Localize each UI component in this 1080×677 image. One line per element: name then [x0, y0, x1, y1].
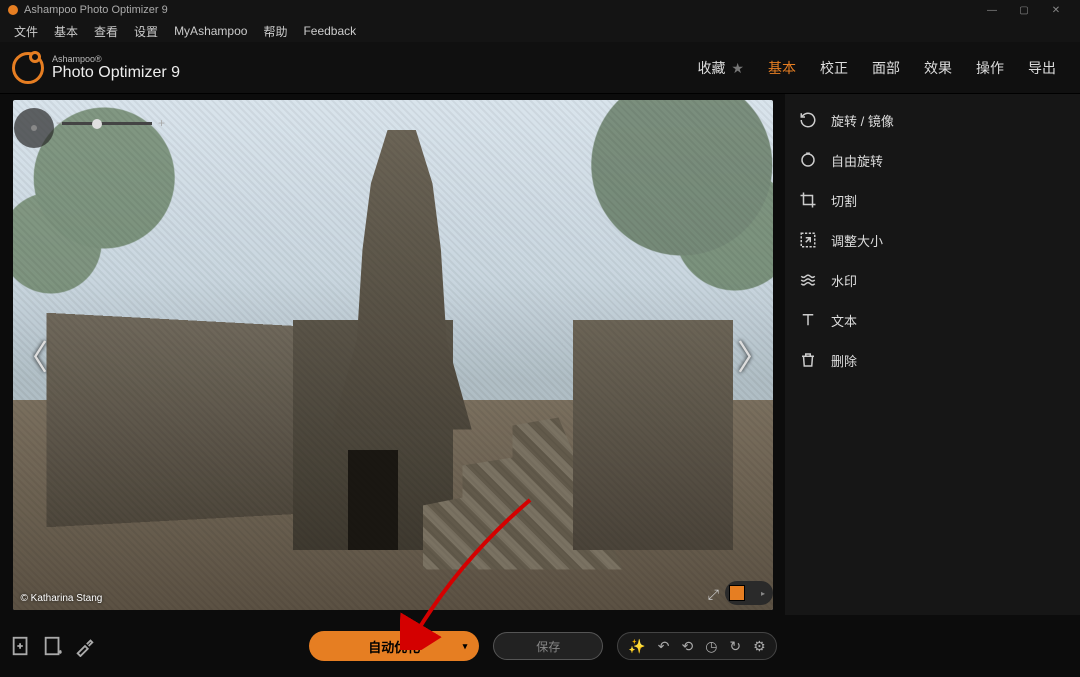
gear-icon[interactable]: ⚙ — [753, 638, 766, 655]
tool-panel: 旋转 / 镜像 自由旋转 切割 调整大小 水印 文本 删除 — [785, 94, 1080, 615]
free-rotate-icon — [799, 151, 817, 169]
next-image-button[interactable]: 〉 — [737, 330, 771, 379]
magic-wand-icon[interactable]: ✨ — [628, 638, 645, 655]
tool-label: 调整大小 — [831, 231, 883, 250]
tab-face[interactable]: 面部 — [860, 58, 912, 78]
resize-icon — [799, 231, 817, 249]
brand-text: Ashampoo® Photo Optimizer 9 — [52, 54, 180, 82]
menu-myashampoo[interactable]: MyAshampoo — [166, 24, 255, 38]
app-icon — [8, 5, 18, 15]
bottom-bar: 自动优化 ▾ 保存 ✨ ↶ ⟲ ◷ ↻ ⚙ — [0, 615, 1080, 677]
brand-logo-icon — [12, 52, 44, 84]
brand-big: Photo Optimizer 9 — [52, 64, 180, 82]
tab-export[interactable]: 导出 — [1016, 58, 1068, 78]
auto-optimize-button[interactable]: 自动优化 ▾ — [309, 631, 479, 661]
tool-delete[interactable]: 删除 — [785, 340, 1080, 380]
save-button[interactable]: 保存 — [493, 632, 603, 660]
star-icon: ★ — [728, 60, 744, 76]
close-button[interactable]: ✕ — [1040, 5, 1072, 16]
watermark-icon — [799, 271, 817, 289]
trash-icon — [799, 351, 817, 369]
menu-basic[interactable]: 基本 — [46, 23, 86, 40]
minimize-button[interactable]: — — [976, 5, 1008, 16]
menu-help[interactable]: 帮助 — [255, 23, 295, 40]
tool-text[interactable]: 文本 — [785, 300, 1080, 340]
tool-label: 切割 — [831, 191, 857, 210]
tab-operate[interactable]: 操作 — [964, 58, 1016, 78]
zoom-handle[interactable] — [92, 119, 102, 129]
tool-label: 旋转 / 镜像 — [831, 111, 894, 130]
photo-preview[interactable]: © Katharina Stang — [13, 100, 773, 610]
menu-bar: 文件 基本 查看 设置 MyAshampoo 帮助 Feedback — [0, 20, 1080, 42]
tab-basic[interactable]: 基本 — [756, 58, 808, 78]
header-row: Ashampoo® Photo Optimizer 9 收藏 ★ 基本 校正 面… — [0, 42, 1080, 94]
photo-credit: © Katharina Stang — [21, 593, 103, 604]
window-title: Ashampoo Photo Optimizer 9 — [24, 4, 168, 16]
text-icon — [799, 311, 817, 329]
tab-favorites[interactable]: 收藏 ★ — [686, 58, 756, 78]
undo-all-icon[interactable]: ⟲ — [681, 638, 693, 655]
add-file-icon[interactable] — [10, 635, 32, 657]
tool-label: 自由旋转 — [831, 151, 883, 170]
brand-small: Ashampoo® — [52, 54, 180, 64]
crop-icon — [799, 191, 817, 209]
history-icon[interactable]: ↻ — [729, 638, 741, 655]
title-bar: Ashampoo Photo Optimizer 9 — ▢ ✕ — [0, 0, 1080, 20]
tool-crop[interactable]: 切割 — [785, 180, 1080, 220]
canvas-area: © Katharina Stang − + 〈 〉 ⤢ ▸ — [0, 94, 785, 615]
tool-label: 删除 — [831, 351, 857, 370]
rotate-icon — [799, 111, 817, 129]
tool-resize[interactable]: 调整大小 — [785, 220, 1080, 260]
menu-file[interactable]: 文件 — [6, 23, 46, 40]
prev-image-button[interactable]: 〈 — [14, 330, 48, 379]
tool-free-rotate[interactable]: 自由旋转 — [785, 140, 1080, 180]
auto-optimize-label: 自动优化 — [368, 637, 420, 656]
pan-control[interactable] — [14, 108, 54, 148]
menu-settings[interactable]: 设置 — [126, 23, 166, 40]
maximize-button[interactable]: ▢ — [1008, 5, 1040, 16]
eyedropper-icon[interactable] — [74, 635, 96, 657]
zoom-in-button[interactable]: + — [158, 116, 165, 130]
action-pill: ✨ ↶ ⟲ ◷ ↻ ⚙ — [617, 632, 776, 660]
tab-effects[interactable]: 效果 — [912, 58, 964, 78]
fit-screen-icon[interactable]: ⤢ — [708, 586, 719, 603]
tool-label: 水印 — [831, 271, 857, 290]
zoom-slider[interactable] — [62, 122, 152, 125]
add-folder-icon[interactable] — [42, 635, 64, 657]
compare-toggle[interactable]: ▸ — [725, 581, 773, 605]
caret-down-icon: ▾ — [463, 641, 468, 652]
menu-view[interactable]: 查看 — [86, 23, 126, 40]
tool-rotate-mirror[interactable]: 旋转 / 镜像 — [785, 100, 1080, 140]
save-label: 保存 — [536, 638, 560, 655]
undo-icon[interactable]: ↶ — [658, 638, 670, 655]
timer-icon[interactable]: ◷ — [705, 638, 717, 655]
menu-feedback[interactable]: Feedback — [295, 24, 364, 38]
compare-square-icon — [729, 585, 745, 601]
tab-correct[interactable]: 校正 — [808, 58, 860, 78]
tool-watermark[interactable]: 水印 — [785, 260, 1080, 300]
tool-label: 文本 — [831, 311, 857, 330]
